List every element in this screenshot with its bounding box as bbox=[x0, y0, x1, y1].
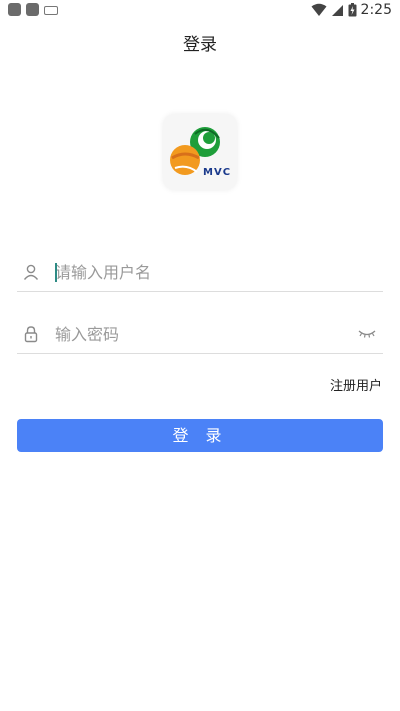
page-title: 登录 bbox=[183, 35, 217, 55]
status-bar: 2:25 bbox=[0, 0, 400, 22]
password-input[interactable] bbox=[55, 317, 345, 351]
app-notification-icon bbox=[8, 3, 21, 16]
password-field bbox=[17, 317, 383, 354]
system-status: 2:25 bbox=[311, 2, 392, 18]
app-logo: MVC bbox=[163, 114, 237, 190]
user-icon bbox=[23, 264, 39, 280]
username-field bbox=[17, 255, 383, 292]
lock-icon bbox=[24, 326, 38, 343]
notification-icons bbox=[8, 3, 58, 16]
logo-text: MVC bbox=[203, 167, 231, 178]
eye-closed-icon[interactable] bbox=[357, 327, 377, 341]
app-notification-icon bbox=[26, 3, 39, 16]
text-cursor bbox=[55, 263, 57, 282]
clock: 2:25 bbox=[360, 2, 392, 18]
register-link[interactable]: 注册用户 bbox=[330, 375, 382, 394]
login-button[interactable]: 登 录 bbox=[17, 419, 383, 452]
keyboard-icon bbox=[44, 6, 58, 15]
username-input[interactable] bbox=[55, 255, 345, 289]
wifi-icon bbox=[311, 3, 327, 16]
battery-icon bbox=[348, 3, 357, 17]
signal-icon bbox=[331, 4, 343, 16]
